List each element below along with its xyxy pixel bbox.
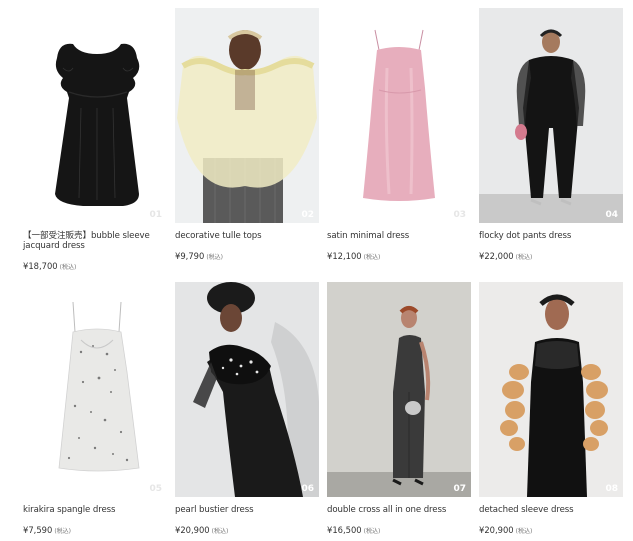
model-tulle-tops-image-svg bbox=[175, 8, 319, 223]
model-black-pants-dress-image-svg bbox=[479, 8, 623, 223]
price-value: ¥9,790 bbox=[175, 251, 205, 261]
product-price: ¥12,100 (税込) bbox=[327, 251, 471, 261]
product-card[interactable]: 05 kirakira spangle dress ¥7,590 (税込) bbox=[23, 282, 167, 535]
tax-label: (税込) bbox=[54, 528, 71, 535]
product-card[interactable]: 01 【一部受注販売】bubble sleeve jacquard dress … bbox=[23, 8, 167, 271]
model-detached-sleeve-dress-image-svg bbox=[479, 282, 623, 497]
product-card[interactable]: 04 flocky dot pants dress ¥22,000 (税込) bbox=[479, 8, 623, 261]
tax-label: (税込) bbox=[363, 254, 381, 261]
product-name[interactable]: double cross all in one dress bbox=[327, 505, 471, 515]
model-pearl-bustier-dress-image[interactable]: 06 bbox=[175, 282, 319, 497]
black-bubble-sleeve-dress-image[interactable]: 01 bbox=[23, 8, 167, 223]
price-value: ¥20,900 bbox=[479, 525, 514, 535]
product-number: 08 bbox=[605, 484, 618, 494]
product-name[interactable]: detached sleeve dress bbox=[479, 505, 623, 515]
product-name[interactable]: pearl bustier dress bbox=[175, 505, 319, 515]
product-name[interactable]: flocky dot pants dress bbox=[479, 231, 623, 241]
price-value: ¥16,500 bbox=[327, 525, 362, 535]
product-card[interactable]: 03 satin minimal dress ¥12,100 (税込) bbox=[327, 8, 471, 261]
price-value: ¥12,100 bbox=[327, 251, 362, 261]
product-name[interactable]: kirakira spangle dress bbox=[23, 505, 167, 515]
product-card[interactable]: 08 detached sleeve dress ¥20,900 (税込) bbox=[479, 282, 623, 535]
white-spangle-dress-image[interactable]: 05 bbox=[23, 282, 167, 497]
pink-satin-dress-image-svg bbox=[327, 8, 471, 223]
product-card[interactable]: 07 double cross all in one dress ¥16,500… bbox=[327, 282, 471, 535]
price-value: ¥18,700 bbox=[23, 261, 58, 271]
model-grey-all-in-one-image-svg bbox=[327, 282, 471, 497]
tax-label: (税込) bbox=[59, 264, 77, 271]
product-grid: 01 【一部受注販売】bubble sleeve jacquard dress … bbox=[0, 0, 633, 541]
product-name[interactable]: decorative tulle tops bbox=[175, 231, 319, 241]
product-number: 05 bbox=[149, 484, 162, 494]
white-spangle-dress-image-svg bbox=[23, 282, 167, 497]
product-number: 01 bbox=[149, 210, 162, 220]
product-price: ¥20,900 (税込) bbox=[479, 525, 623, 535]
product-card[interactable]: 06 pearl bustier dress ¥20,900 (税込) bbox=[175, 282, 319, 535]
price-value: ¥7,590 bbox=[23, 525, 53, 535]
price-value: ¥20,900 bbox=[175, 525, 210, 535]
tax-label: (税込) bbox=[515, 254, 533, 261]
product-price: ¥16,500 (税込) bbox=[327, 525, 471, 535]
model-pearl-bustier-dress-image-svg bbox=[175, 282, 319, 497]
product-name[interactable]: satin minimal dress bbox=[327, 231, 471, 241]
model-tulle-tops-image[interactable]: 02 bbox=[175, 8, 319, 223]
product-number: 04 bbox=[605, 210, 618, 220]
model-black-pants-dress-image[interactable]: 04 bbox=[479, 8, 623, 223]
tax-label: (税込) bbox=[211, 528, 229, 535]
tax-label: (税込) bbox=[206, 254, 223, 261]
model-detached-sleeve-dress-image[interactable]: 08 bbox=[479, 282, 623, 497]
product-price: ¥20,900 (税込) bbox=[175, 525, 319, 535]
product-number: 06 bbox=[301, 484, 314, 494]
price-value: ¥22,000 bbox=[479, 251, 514, 261]
product-card[interactable]: 02 decorative tulle tops ¥9,790 (税込) bbox=[175, 8, 319, 261]
tax-label: (税込) bbox=[363, 528, 381, 535]
product-price: ¥7,590 (税込) bbox=[23, 525, 167, 535]
product-number: 02 bbox=[301, 210, 314, 220]
product-price: ¥22,000 (税込) bbox=[479, 251, 623, 261]
pink-satin-dress-image[interactable]: 03 bbox=[327, 8, 471, 223]
product-name[interactable]: 【一部受注販売】bubble sleeve jacquard dress bbox=[23, 231, 167, 251]
product-price: ¥9,790 (税込) bbox=[175, 251, 319, 261]
product-number: 07 bbox=[453, 484, 466, 494]
black-bubble-sleeve-dress-image-svg bbox=[23, 8, 167, 223]
tax-label: (税込) bbox=[515, 528, 533, 535]
product-number: 03 bbox=[453, 210, 466, 220]
product-price: ¥18,700 (税込) bbox=[23, 261, 167, 271]
model-grey-all-in-one-image[interactable]: 07 bbox=[327, 282, 471, 497]
